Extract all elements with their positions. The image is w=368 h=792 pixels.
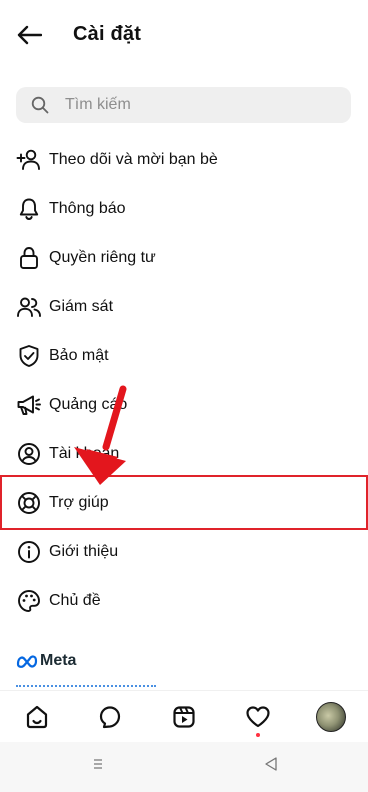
menu-item-notifications[interactable]: Thông báo xyxy=(0,184,368,233)
menu-item-label: Giám sát xyxy=(49,297,114,315)
megaphone-icon xyxy=(15,391,43,419)
menu-item-label: Theo dõi và mời bạn bè xyxy=(49,150,218,168)
nav-home[interactable] xyxy=(17,697,57,737)
nav-reels[interactable] xyxy=(164,697,204,737)
account-circle-icon xyxy=(15,440,43,468)
menu-item-follow-invite[interactable]: Theo dõi và mời bạn bè xyxy=(0,135,368,184)
profile-avatar xyxy=(316,701,347,732)
menu-item-security[interactable]: Bảo mật xyxy=(0,331,368,380)
nav-profile[interactable] xyxy=(311,697,351,737)
bottom-nav xyxy=(0,690,368,742)
meta-infinity-icon xyxy=(16,655,38,668)
menu-item-about[interactable]: Giới thiệu xyxy=(0,527,368,576)
menu-item-privacy[interactable]: Quyền riêng tư xyxy=(0,233,368,282)
shield-check-icon xyxy=(15,342,43,370)
search-placeholder: Tìm kiếm xyxy=(65,96,131,113)
search-icon xyxy=(31,95,51,115)
search-input[interactable]: Tìm kiếm xyxy=(16,87,351,123)
explore-icon xyxy=(100,705,121,728)
meta-brand: Meta xyxy=(16,652,76,670)
page-title: Cài đặt xyxy=(73,23,142,45)
red-arrow-annotation xyxy=(74,385,127,485)
info-icon xyxy=(15,538,43,566)
nav-activity[interactable] xyxy=(238,697,278,737)
meta-label: Meta xyxy=(40,652,77,669)
palette-icon xyxy=(15,587,43,615)
nav-explore[interactable] xyxy=(90,697,130,737)
add-person-icon xyxy=(15,146,43,174)
lock-icon xyxy=(15,244,43,272)
menu-item-label: Thông báo xyxy=(49,199,126,217)
menu-item-theme[interactable]: Chủ đề xyxy=(0,576,368,625)
home-icon xyxy=(26,705,47,728)
activity-heart-icon xyxy=(245,705,270,727)
accounts-center-link-peek[interactable] xyxy=(16,682,166,688)
menu-item-label: Chủ đề xyxy=(49,591,101,609)
reels-icon xyxy=(173,705,195,728)
people-icon xyxy=(15,293,43,321)
bell-icon xyxy=(15,195,43,223)
back-arrow-icon xyxy=(17,25,42,45)
header: Cài đặt xyxy=(0,0,368,70)
notification-dot xyxy=(255,732,260,737)
menu-item-label: Giới thiệu xyxy=(49,542,119,560)
menu-item-label: Bảo mật xyxy=(49,346,109,364)
menu-item-supervision[interactable]: Giám sát xyxy=(0,282,368,331)
menu-item-account[interactable]: Tài khoản xyxy=(0,429,368,478)
system-menu-icon[interactable] xyxy=(90,757,106,771)
back-button[interactable] xyxy=(14,22,44,48)
system-back-icon[interactable] xyxy=(264,756,278,772)
menu-item-label: Quyền riêng tư xyxy=(49,248,156,266)
system-nav-bar xyxy=(0,742,368,792)
settings-menu: Theo dõi và mời bạn bè Thông báo Quyền r… xyxy=(0,135,368,625)
menu-item-ads[interactable]: Quảng cáo xyxy=(0,380,368,429)
help-highlight-annotation xyxy=(0,475,368,530)
